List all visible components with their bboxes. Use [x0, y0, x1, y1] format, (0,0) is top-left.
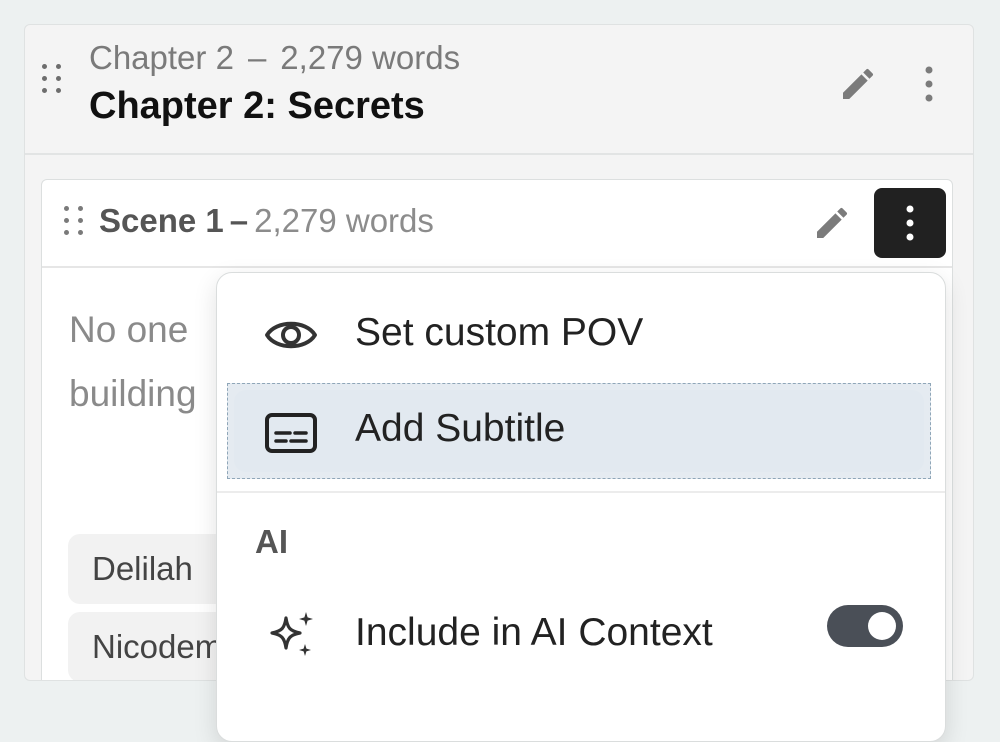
scene-title: Scene 1–2,279 words: [99, 202, 434, 240]
pencil-icon: [843, 68, 874, 99]
scene-preview-text: No one building: [69, 298, 197, 426]
subtitles-icon: [263, 405, 319, 461]
chapter-word-count: 2,279 words: [280, 39, 461, 76]
scene-edit-button[interactable]: [807, 198, 857, 248]
scene-drag-handle[interactable]: [64, 206, 84, 235]
chapter-more-button[interactable]: [907, 59, 951, 109]
scene-word-count: 2,279 words: [254, 202, 434, 239]
toggle-knob: [868, 612, 896, 640]
scene-header: Scene 1–2,279 words: [42, 180, 952, 268]
sparkles-icon: [263, 607, 319, 663]
scene-name: Scene 1: [99, 202, 224, 239]
scene-preview-line: building: [69, 373, 197, 414]
chapter-meta-label: Chapter 2: [89, 39, 234, 76]
menu-item-add-subtitle[interactable]: Add Subtitle: [225, 379, 935, 487]
scene-context-menu: Set custom POV Add Subtitle AI Include i…: [216, 272, 946, 742]
menu-item-label: Set custom POV: [355, 311, 644, 354]
chapter-header: Chapter 2–2,279 words Chapter 2: Secrets: [25, 25, 973, 155]
menu-divider: [217, 491, 945, 493]
eye-icon: [263, 307, 319, 363]
ai-context-toggle[interactable]: [827, 605, 903, 647]
scene-more-button[interactable]: [874, 188, 946, 258]
chapter-edit-button[interactable]: [833, 59, 883, 109]
scene-preview-line: No one: [69, 309, 189, 350]
chapter-meta: Chapter 2–2,279 words: [89, 39, 460, 77]
menu-item-set-custom-pov[interactable]: Set custom POV: [217, 285, 945, 385]
chapter-drag-handle[interactable]: [42, 64, 62, 93]
more-vertical-icon: [906, 205, 914, 241]
more-vertical-icon: [925, 66, 933, 102]
chapter-title: Chapter 2: Secrets: [89, 85, 425, 127]
chapter-meta-separator: –: [247, 39, 267, 76]
scene-separator: –: [229, 202, 249, 239]
menu-item-highlight: [227, 383, 931, 479]
pencil-icon: [817, 207, 848, 238]
menu-item-label: Add Subtitle: [355, 407, 566, 450]
menu-section-ai: AI: [255, 523, 288, 560]
menu-item-label: Include in AI Context: [355, 611, 713, 654]
